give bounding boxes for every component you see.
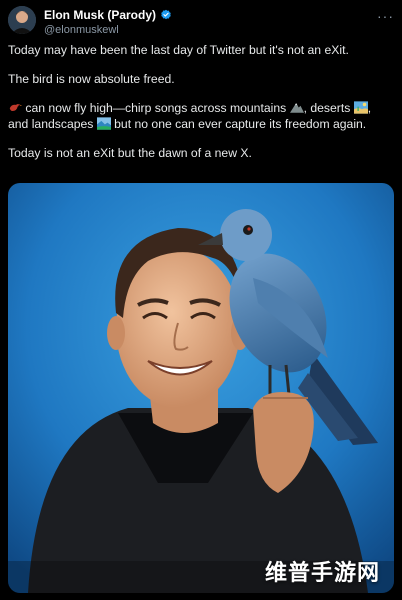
post-paragraph-2: The bird is now absolute freed.	[8, 72, 175, 86]
user-handle[interactable]: @elonmuskewl	[44, 24, 172, 36]
post-paragraph-1: Today may have been the last day of Twit…	[8, 43, 349, 57]
post-header: Elon Musk (Parody) @elonmuskewl ···	[8, 6, 394, 38]
author-info: Elon Musk (Parody) @elonmuskewl	[44, 8, 172, 36]
post-text-segment: but no one can ever capture its freedom …	[110, 117, 367, 131]
mountain-emoji-icon	[289, 103, 304, 113]
watermark-text: 维普手游网	[264, 561, 380, 586]
bird-emoji-icon	[9, 104, 22, 111]
post-text: Today may have been the last day of Twit…	[8, 42, 394, 174]
verified-badge-icon	[161, 9, 171, 20]
post-media-image[interactable]: 维普手游网	[8, 183, 394, 593]
post-text-segment: , deserts	[303, 101, 354, 115]
post-paragraph-4: Today is not an eXit but the dawn of a n…	[8, 146, 252, 160]
avatar[interactable]	[8, 6, 36, 34]
more-options-icon[interactable]: ···	[377, 8, 394, 24]
landscape-emoji-icon	[96, 117, 111, 130]
display-name[interactable]: Elon Musk (Parody)	[44, 8, 156, 22]
desert-emoji-icon	[353, 101, 368, 114]
post-text-segment: can now fly high—chirp songs across moun…	[22, 101, 290, 115]
post-paragraph-3: can now fly high—chirp songs across moun…	[8, 100, 394, 132]
